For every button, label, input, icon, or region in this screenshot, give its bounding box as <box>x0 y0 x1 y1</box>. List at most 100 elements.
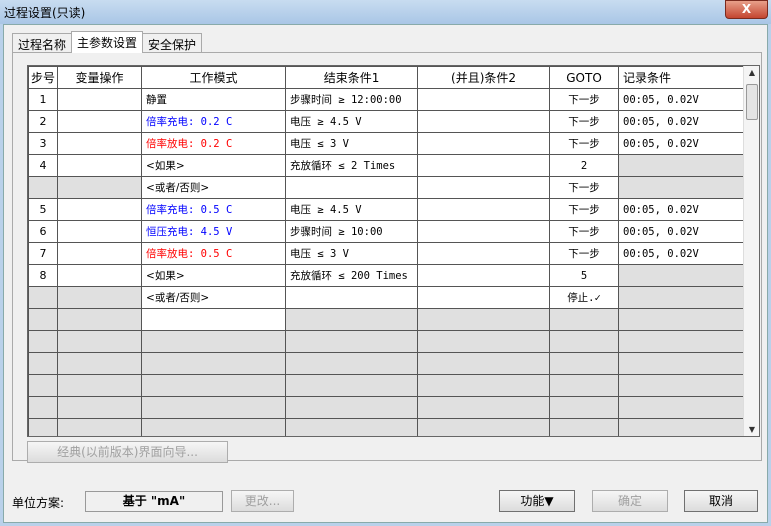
end-condition-1-cell[interactable]: 充放循环 ≤ 200 Times <box>285 264 419 287</box>
empty-cell[interactable] <box>57 352 143 375</box>
empty-cell[interactable] <box>618 396 748 419</box>
variable-op-cell[interactable] <box>57 220 143 243</box>
empty-cell[interactable] <box>285 330 419 353</box>
table-row[interactable]: <或者/否则> 下一步 <box>28 176 748 199</box>
work-mode-cell[interactable]: 倍率充电: 0.5 C <box>141 198 287 221</box>
empty-cell[interactable] <box>57 374 143 397</box>
table-row[interactable]: <或者/否则> 停止.✓ <box>28 286 748 309</box>
end-condition-1-cell[interactable]: 步骤时间 ≥ 10:00 <box>285 220 419 243</box>
end-condition-2-cell[interactable] <box>417 176 551 199</box>
variable-op-cell[interactable] <box>57 110 143 133</box>
empty-row[interactable] <box>28 374 748 397</box>
table-row[interactable]: 3 倍率放电: 0.2 C 电压 ≤ 3 V 下一步 00:05, 0.02V <box>28 132 748 155</box>
record-condition-cell[interactable]: 00:05, 0.02V <box>618 198 748 221</box>
end-condition-1-cell[interactable]: 电压 ≤ 3 V <box>285 242 419 265</box>
empty-cell[interactable] <box>285 308 419 331</box>
goto-cell[interactable]: 下一步 <box>549 88 620 111</box>
empty-cell[interactable] <box>28 418 59 436</box>
variable-op-cell[interactable] <box>57 176 143 199</box>
end-condition-1-cell[interactable]: 充放循环 ≤ 2 Times <box>285 154 419 177</box>
empty-row[interactable] <box>28 396 748 419</box>
empty-cell[interactable] <box>57 308 143 331</box>
goto-cell[interactable]: 下一步 <box>549 110 620 133</box>
empty-cell[interactable] <box>28 352 59 375</box>
scroll-thumb[interactable] <box>746 84 758 120</box>
end-condition-2-cell[interactable] <box>417 132 551 155</box>
column-header[interactable]: 工作模式 <box>141 66 287 89</box>
tab-safety[interactable]: 安全保护 <box>142 33 203 53</box>
variable-op-cell[interactable] <box>57 264 143 287</box>
record-condition-cell[interactable]: 00:05, 0.02V <box>618 110 748 133</box>
classic-wizard-button[interactable]: 经典(以前版本)界面向导... <box>27 441 228 463</box>
work-mode-cell[interactable]: 倍率放电: 0.5 C <box>141 242 287 265</box>
step-number-cell[interactable]: 8 <box>28 264 59 287</box>
variable-op-cell[interactable] <box>57 88 143 111</box>
empty-cell[interactable] <box>141 308 287 331</box>
table-row[interactable]: 5 倍率充电: 0.5 C 电压 ≥ 4.5 V 下一步 00:05, 0.02V <box>28 198 748 221</box>
empty-cell[interactable] <box>141 352 287 375</box>
work-mode-cell[interactable]: 倍率放电: 0.2 C <box>141 132 287 155</box>
variable-op-cell[interactable] <box>57 242 143 265</box>
empty-row[interactable] <box>28 418 748 436</box>
table-row[interactable]: 6 恒压充电: 4.5 V 步骤时间 ≥ 10:00 下一步 00:05, 0.02V <box>28 220 748 243</box>
ok-button[interactable]: 确定 <box>592 490 668 512</box>
end-condition-1-cell[interactable]: 步骤时间 ≥ 12:00:00 <box>285 88 419 111</box>
end-condition-1-cell[interactable] <box>285 286 419 309</box>
empty-cell[interactable] <box>28 330 59 353</box>
column-header[interactable]: GOTO <box>549 66 620 89</box>
empty-cell[interactable] <box>417 352 551 375</box>
table-row[interactable]: 2 倍率充电: 0.2 C 电压 ≥ 4.5 V 下一步 00:05, 0.02V <box>28 110 748 133</box>
step-number-cell[interactable]: 6 <box>28 220 59 243</box>
work-mode-cell[interactable]: 恒压充电: 4.5 V <box>141 220 287 243</box>
column-header[interactable]: 结束条件1 <box>285 66 419 89</box>
work-mode-cell[interactable]: <如果> <box>141 264 287 287</box>
empty-cell[interactable] <box>285 418 419 436</box>
record-condition-cell[interactable] <box>618 286 748 309</box>
empty-cell[interactable] <box>417 308 551 331</box>
empty-row[interactable] <box>28 330 748 353</box>
record-condition-cell[interactable] <box>618 176 748 199</box>
end-condition-2-cell[interactable] <box>417 286 551 309</box>
goto-cell[interactable]: 下一步 <box>549 198 620 221</box>
empty-cell[interactable] <box>618 308 748 331</box>
table-row[interactable]: 4 <如果> 充放循环 ≤ 2 Times 2 <box>28 154 748 177</box>
record-condition-cell[interactable]: 00:05, 0.02V <box>618 88 748 111</box>
scroll-up-icon[interactable]: ▲ <box>744 68 759 77</box>
tab-main-params[interactable]: 主参数设置 <box>71 31 144 53</box>
empty-cell[interactable] <box>28 374 59 397</box>
step-number-cell[interactable]: 5 <box>28 198 59 221</box>
empty-cell[interactable] <box>285 374 419 397</box>
step-number-cell[interactable]: 4 <box>28 154 59 177</box>
step-number-cell[interactable]: 1 <box>28 88 59 111</box>
goto-cell[interactable]: 5 <box>549 264 620 287</box>
column-header[interactable]: 步号 <box>28 66 59 89</box>
empty-cell[interactable] <box>57 396 143 419</box>
step-number-cell[interactable]: 7 <box>28 242 59 265</box>
step-number-cell[interactable] <box>28 176 59 199</box>
empty-cell[interactable] <box>141 330 287 353</box>
step-number-cell[interactable]: 2 <box>28 110 59 133</box>
close-button[interactable]: X <box>725 0 768 19</box>
empty-cell[interactable] <box>618 330 748 353</box>
variable-op-cell[interactable] <box>57 154 143 177</box>
goto-cell[interactable]: 2 <box>549 154 620 177</box>
table-row[interactable]: 1 静置 步骤时间 ≥ 12:00:00 下一步 00:05, 0.02V <box>28 88 748 111</box>
end-condition-1-cell[interactable] <box>285 176 419 199</box>
variable-op-cell[interactable] <box>57 286 143 309</box>
work-mode-cell[interactable]: 静置 <box>141 88 287 111</box>
empty-cell[interactable] <box>57 418 143 436</box>
scroll-down-icon[interactable]: ▼ <box>744 425 759 434</box>
empty-cell[interactable] <box>549 330 620 353</box>
end-condition-2-cell[interactable] <box>417 198 551 221</box>
end-condition-1-cell[interactable]: 电压 ≤ 3 V <box>285 132 419 155</box>
empty-cell[interactable] <box>549 352 620 375</box>
step-number-cell[interactable]: 3 <box>28 132 59 155</box>
end-condition-2-cell[interactable] <box>417 88 551 111</box>
empty-cell[interactable] <box>549 396 620 419</box>
empty-cell[interactable] <box>417 396 551 419</box>
table-row[interactable]: 8 <如果> 充放循环 ≤ 200 Times 5 <box>28 264 748 287</box>
end-condition-1-cell[interactable]: 电压 ≥ 4.5 V <box>285 198 419 221</box>
empty-cell[interactable] <box>417 330 551 353</box>
end-condition-2-cell[interactable] <box>417 154 551 177</box>
work-mode-cell[interactable]: <或者/否则> <box>141 176 287 199</box>
